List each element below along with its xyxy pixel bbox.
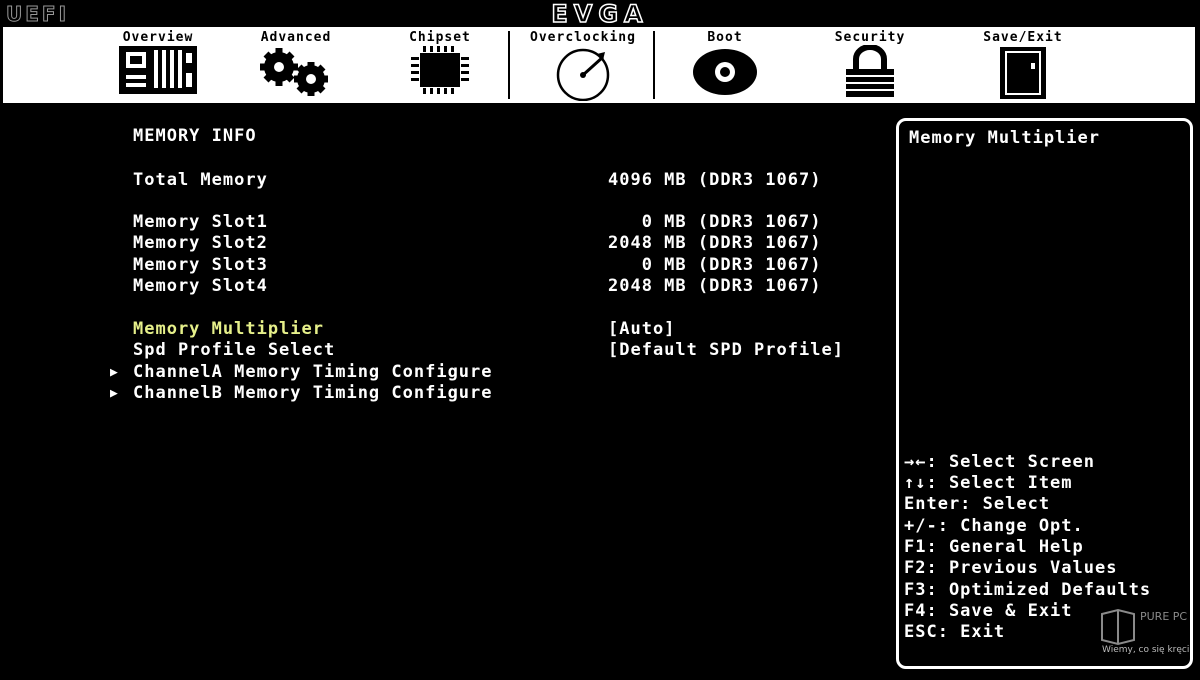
tab-label: Security [834, 30, 906, 45]
tab-label: Save/Exit [983, 30, 1063, 45]
tab-separator [508, 31, 510, 99]
help-line: F1: General Help [904, 537, 1084, 557]
tab-label: Overview [122, 30, 194, 45]
tab-security[interactable]: Security [805, 27, 935, 103]
tab-label: Overclocking [530, 30, 636, 45]
memory-slot3-value: 0 MB (DDR3 1067) [608, 255, 822, 275]
help-line: +/-: Change Opt. [904, 516, 1084, 536]
tab-advanced[interactable]: Advanced [231, 27, 361, 103]
tab-bar: Overview Advanced Chipset Overclocking B… [3, 27, 1195, 103]
section-title: MEMORY INFO [133, 126, 257, 146]
tab-chipset[interactable]: Chipset [375, 27, 505, 103]
motherboard-icon [119, 46, 197, 94]
spd-profile-value[interactable]: [Default SPD Profile] [608, 340, 844, 360]
channel-b-timing-submenu[interactable]: ChannelB Memory Timing Configure [133, 383, 493, 403]
gears-icon [260, 48, 328, 96]
tab-overview[interactable]: Overview [93, 27, 223, 103]
tab-separator [653, 31, 655, 99]
padlock-icon [846, 45, 894, 97]
disc-icon [693, 49, 757, 95]
memory-slot4-label: Memory Slot4 [133, 276, 268, 296]
spd-profile-option[interactable]: Spd Profile Select [133, 340, 335, 360]
channel-a-timing-submenu[interactable]: ChannelA Memory Timing Configure [133, 362, 493, 382]
help-line: ↑↓: Select Item [904, 473, 1073, 493]
door-icon [1000, 47, 1046, 99]
tab-label: Boot [707, 30, 743, 45]
submenu-arrow-icon: ▶ [110, 365, 118, 380]
memory-slot1-label: Memory Slot1 [133, 212, 268, 232]
help-line: ESC: Exit [904, 622, 1006, 642]
tab-overclocking[interactable]: Overclocking [518, 27, 648, 103]
tab-label: Advanced [260, 30, 332, 45]
top-bar: UEFI EVGA [0, 0, 1200, 29]
memory-multiplier-option[interactable]: Memory Multiplier [133, 319, 324, 339]
chip-icon [411, 46, 469, 94]
memory-multiplier-value[interactable]: [Auto] [608, 319, 675, 339]
brand-logo: EVGA [551, 0, 649, 29]
submenu-arrow-icon: ▶ [110, 386, 118, 401]
total-memory-value: 4096 MB (DDR3 1067) [608, 170, 822, 190]
memory-slot4-value: 2048 MB (DDR3 1067) [608, 276, 822, 296]
total-memory-label: Total Memory [133, 170, 268, 190]
help-title: Memory Multiplier [909, 128, 1100, 148]
watermark-tagline: Wiemy, co się kręci [1102, 645, 1190, 655]
memory-slot1-value: 0 MB (DDR3 1067) [608, 212, 822, 232]
tab-boot[interactable]: Boot [660, 27, 790, 103]
help-line: F4: Save & Exit [904, 601, 1073, 621]
help-line: Enter: Select [904, 494, 1051, 514]
help-line: F2: Previous Values [904, 558, 1118, 578]
memory-slot3-label: Memory Slot3 [133, 255, 268, 275]
tab-save-exit[interactable]: Save/Exit [958, 27, 1088, 103]
tab-label: Chipset [409, 30, 471, 45]
help-line: F3: Optimized Defaults [904, 580, 1152, 600]
memory-slot2-value: 2048 MB (DDR3 1067) [608, 233, 822, 253]
gauge-icon [556, 48, 610, 101]
memory-slot2-label: Memory Slot2 [133, 233, 268, 253]
watermark-logo-text: PURE PC [1140, 610, 1187, 623]
help-line: →←: Select Screen [904, 452, 1095, 472]
